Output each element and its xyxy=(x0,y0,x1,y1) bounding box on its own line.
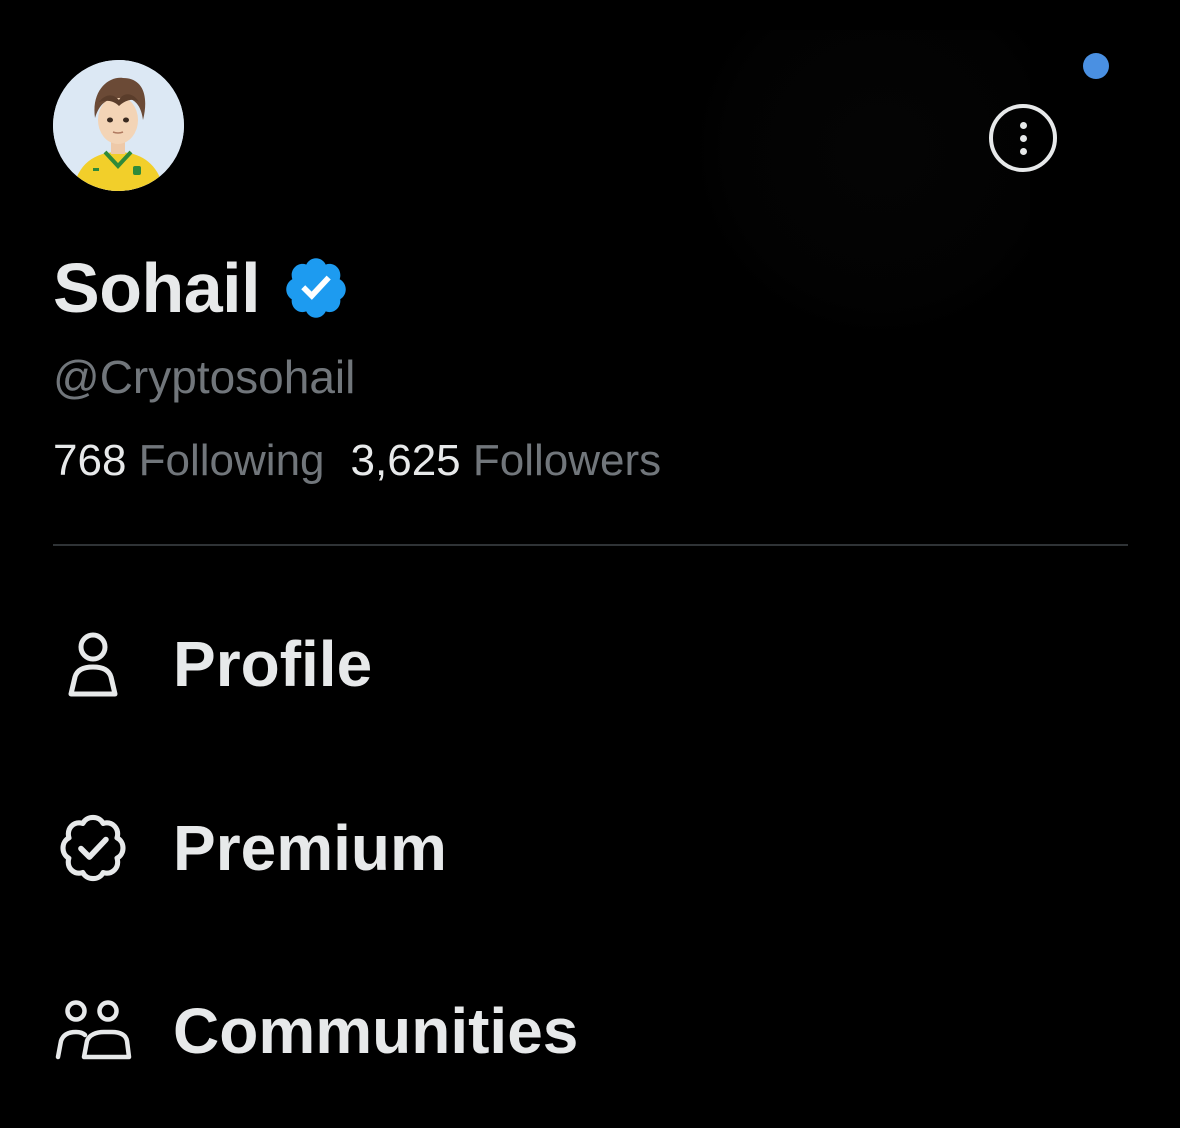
user-handle: @Cryptosohail xyxy=(53,351,356,403)
more-options-icon-dot xyxy=(1019,134,1027,142)
avatar-image xyxy=(53,60,184,191)
followers-label: Followers xyxy=(472,436,662,485)
followers-count: 3,625 xyxy=(350,436,461,485)
menu-item-profile[interactable]: Profile xyxy=(53,624,372,704)
menu-item-label: Profile xyxy=(173,628,373,700)
menu-item-premium[interactable]: Premium xyxy=(53,808,447,888)
verified-badge-outline-icon xyxy=(53,808,133,888)
menu-item-label: Communities xyxy=(173,995,579,1067)
background-shadow xyxy=(700,30,1030,330)
name-row: Sohail xyxy=(53,248,350,328)
verified-badge-icon xyxy=(286,258,346,318)
following-label: Following xyxy=(138,436,325,485)
follow-stats: 768 Following 3,625 Followers xyxy=(53,436,661,486)
menu-item-communities[interactable]: Communities xyxy=(53,991,578,1071)
followers-link[interactable]: 3,625 Followers xyxy=(351,436,662,485)
communities-icon xyxy=(53,991,133,1071)
person-icon xyxy=(53,624,133,704)
side-drawer: Sohail @Cryptosohail 768 Following 3,625 … xyxy=(0,0,1180,1128)
following-count: 768 xyxy=(53,436,127,485)
more-options-button[interactable] xyxy=(989,104,1057,172)
more-options-icon-dot xyxy=(1019,147,1027,155)
avatar[interactable] xyxy=(53,60,184,191)
more-options-icon-dot xyxy=(1019,121,1027,129)
following-link[interactable]: 768 Following xyxy=(53,436,325,485)
menu-item-label: Premium xyxy=(173,812,447,884)
notification-dot xyxy=(1083,53,1109,79)
divider xyxy=(53,544,1128,546)
display-name[interactable]: Sohail xyxy=(53,248,261,328)
